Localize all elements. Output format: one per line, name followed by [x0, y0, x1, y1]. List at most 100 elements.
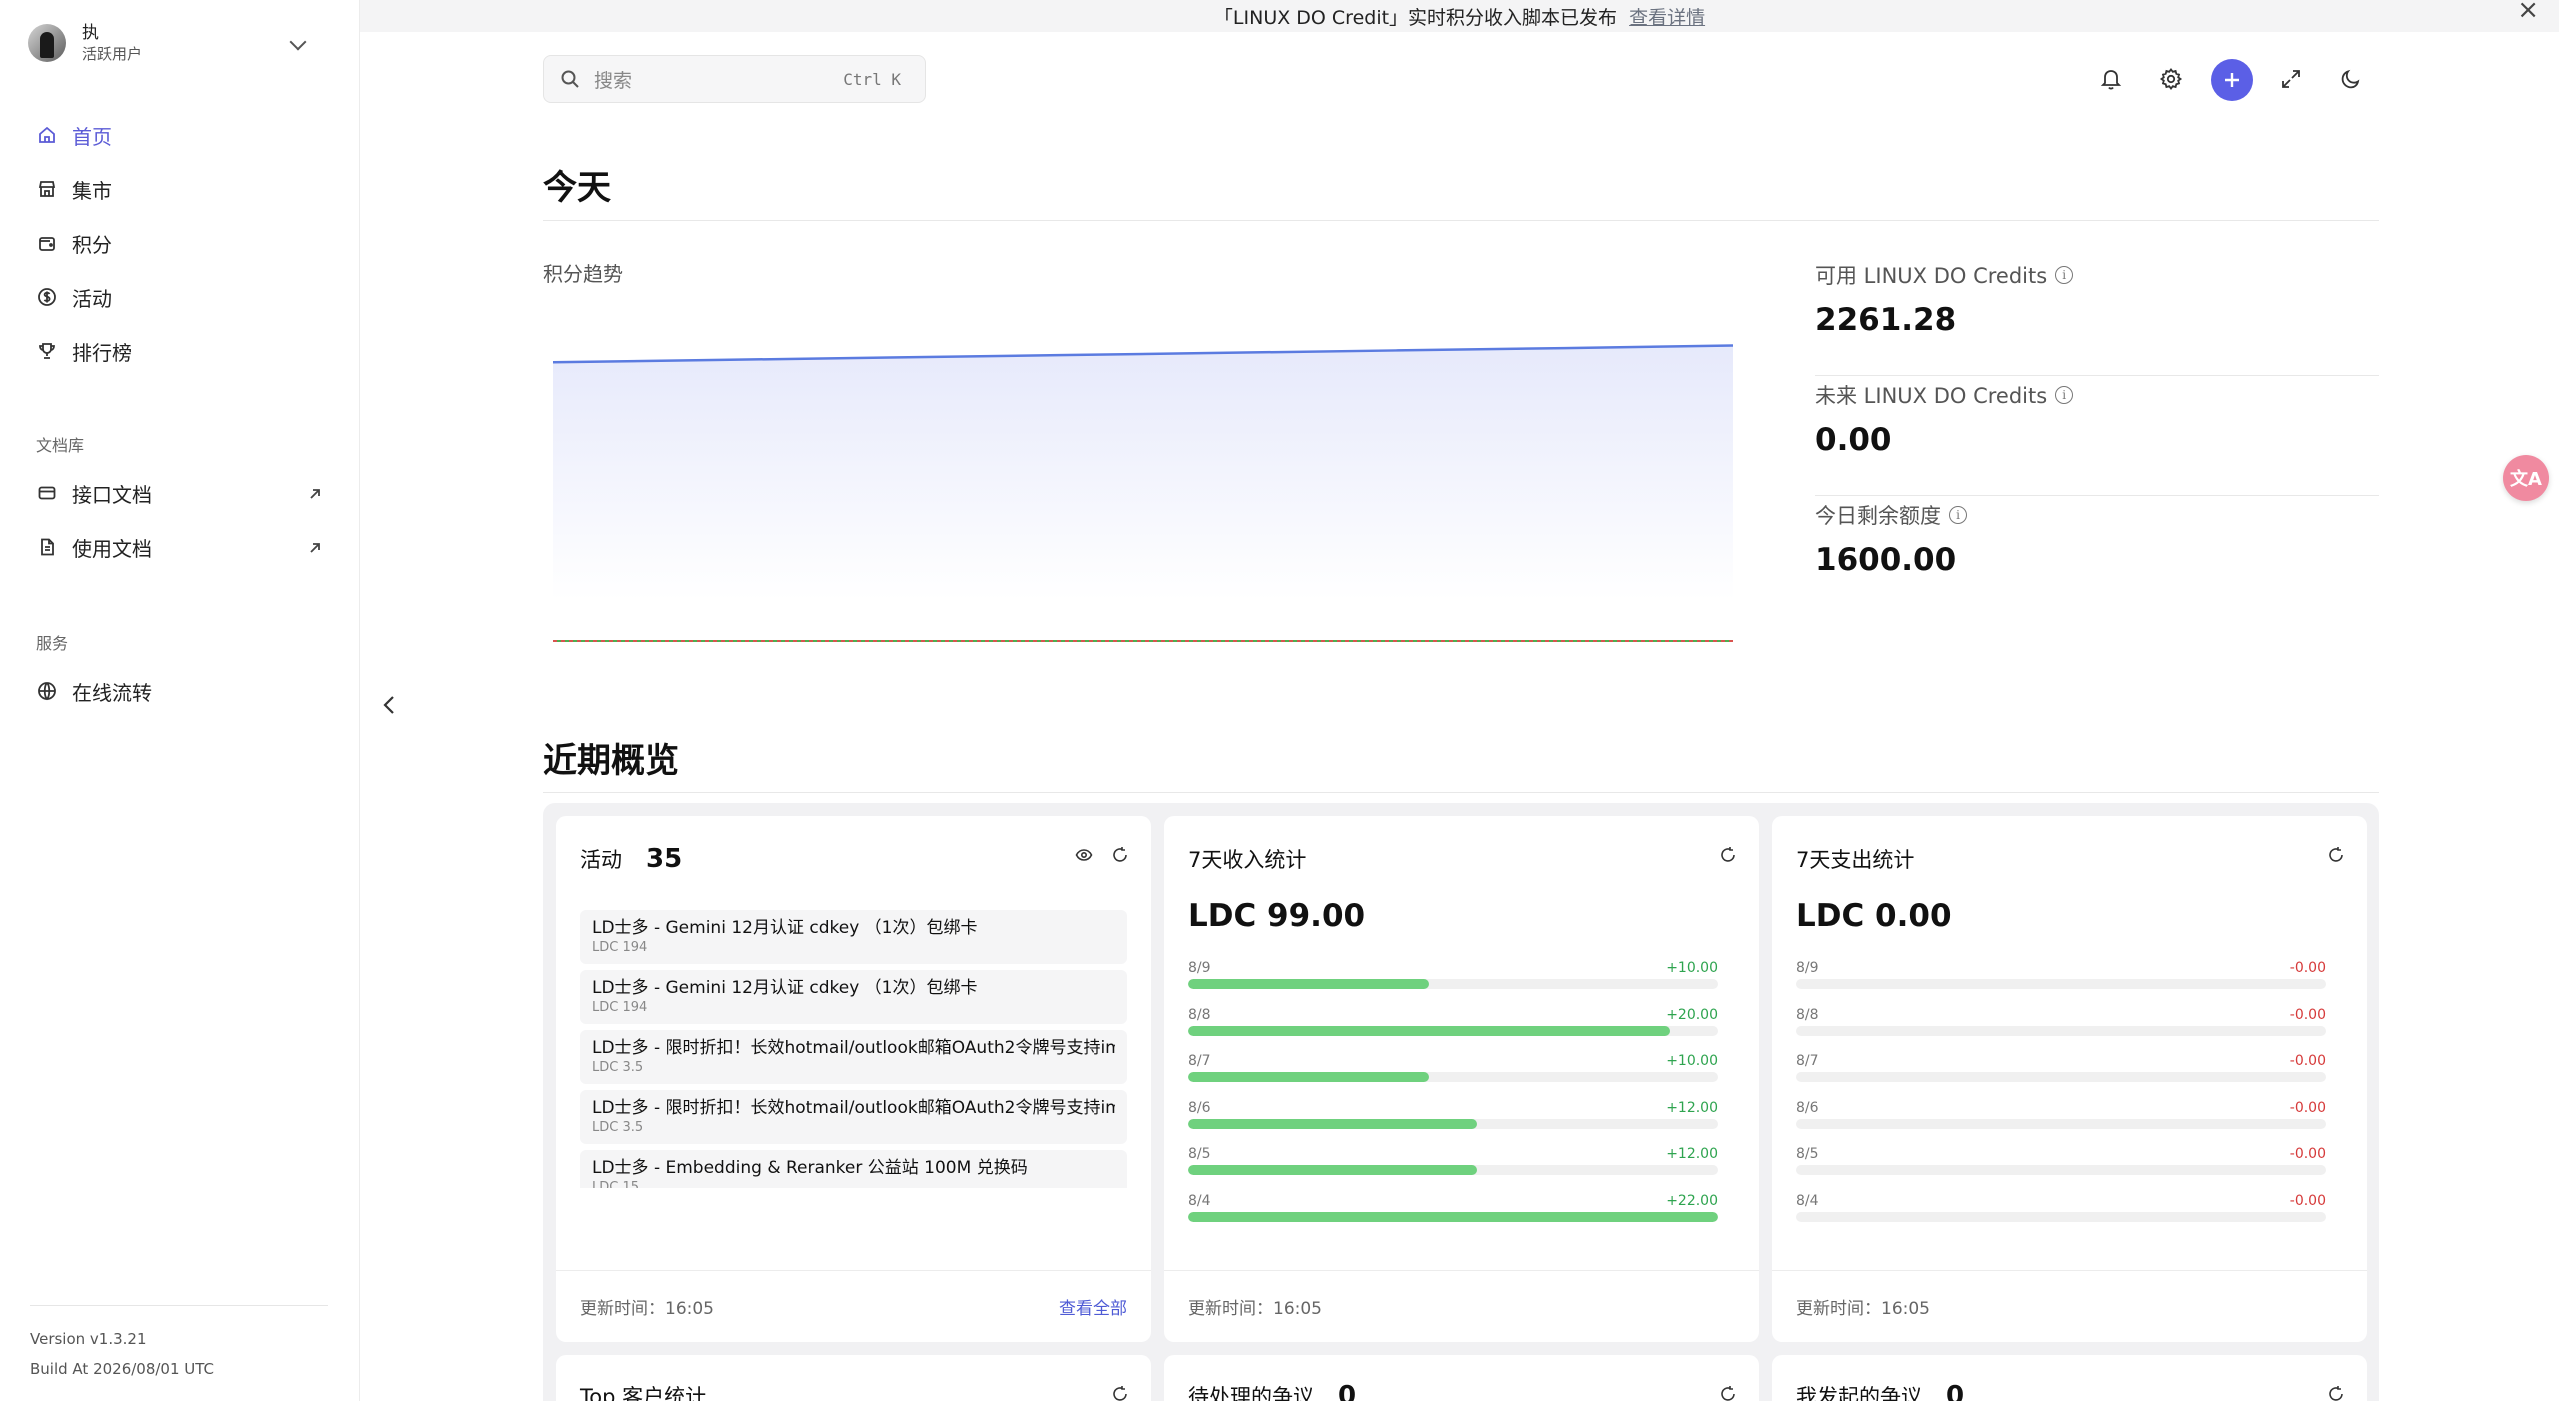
bell-icon	[2100, 70, 2122, 90]
banner-link[interactable]: 查看详情	[1629, 3, 1705, 30]
bar-row: 8/4 +22.00	[1188, 1193, 1718, 1240]
fullscreen-button[interactable]	[2272, 60, 2310, 98]
sidebar-item-activity[interactable]: 活动	[24, 270, 336, 324]
sidebar-item-leaderboard[interactable]: 排行榜	[24, 324, 336, 378]
info-icon[interactable]: i	[2055, 386, 2074, 404]
sidebar-item-home[interactable]: 首页	[24, 108, 336, 162]
activity-amount: LDC 3.5	[592, 1060, 644, 1075]
bar-track	[1188, 979, 1718, 989]
bar-track	[1796, 1211, 2326, 1222]
refresh-icon[interactable]	[1719, 1385, 1737, 1401]
list-item[interactable]: LD士多 - Gemini 12月认证 cdkey （1次）包绑卡 LDC 194	[580, 910, 1127, 964]
create-button[interactable]	[2211, 59, 2253, 101]
dispute-count: 0	[1946, 1381, 1965, 1401]
card-title: 7天收入统计	[1188, 848, 1307, 872]
bar-date: 8/8	[1796, 1006, 1819, 1023]
activity-amount: LDC 3.5	[592, 1120, 644, 1135]
sidebar-item-online-transfer[interactable]: 在线流转	[24, 664, 336, 718]
activity-list: LD士多 - Gemini 12月认证 cdkey （1次）包绑卡 LDC 194…	[580, 910, 1127, 1188]
bar-date: 8/9	[1796, 960, 1819, 976]
list-item[interactable]: LD士多 - 限时折扣！长效hotmail/outlook邮箱OAuth2令牌号…	[580, 1090, 1127, 1144]
bar-track	[1796, 979, 2326, 989]
bar-track	[1188, 1072, 1718, 1083]
info-icon[interactable]: i	[1949, 506, 1967, 524]
info-icon[interactable]: i	[2055, 266, 2074, 284]
bar-fill	[1188, 1025, 1670, 1036]
store-icon	[36, 178, 58, 200]
refresh-icon[interactable]	[1719, 846, 1737, 868]
search-input[interactable]: 搜索 Ctrl K	[543, 55, 926, 103]
refresh-icon[interactable]	[2327, 846, 2345, 868]
wallet-icon	[36, 232, 58, 254]
bar-value: -0.00	[2289, 1099, 2326, 1116]
refresh-icon[interactable]	[1111, 1385, 1129, 1401]
user-name: 执	[82, 23, 99, 43]
view-all-link[interactable]: 查看全部	[1059, 1294, 1127, 1319]
activity-amount: LDC 194	[592, 1000, 648, 1015]
remaining-quota: 今日剩余额度 i 1600.00	[1815, 496, 2379, 616]
bar-value: +20.00	[1666, 1006, 1718, 1023]
chevron-down-icon[interactable]	[289, 33, 307, 51]
card-title: 7天支出统计	[1796, 848, 1915, 872]
collapse-sidebar-button[interactable]	[378, 690, 400, 720]
moon-icon	[2341, 69, 2360, 89]
bar-value: +22.00	[1666, 1192, 1718, 1209]
bar-row: 8/7 -0.00	[1796, 1053, 2326, 1100]
dispute-count: 0	[1338, 1381, 1357, 1401]
list-item[interactable]: LD士多 - 限时折扣！长效hotmail/outlook邮箱OAuth2令牌号…	[580, 1030, 1127, 1084]
translate-icon[interactable]: 文A	[2503, 455, 2549, 501]
activity-title: LD士多 - 限时折扣！长效hotmail/outlook邮箱OAuth2令牌号…	[592, 1098, 1115, 1118]
dollar-circle-icon	[36, 286, 58, 308]
bar-track	[1188, 1118, 1718, 1129]
activity-count: 35	[646, 844, 683, 874]
sidebar-item-points[interactable]: 积分	[24, 216, 336, 270]
stat-value: 2261.28	[1815, 302, 1957, 338]
list-item[interactable]: LD士多 - Embedding & Reranker 公益站 100M 兑换码…	[580, 1150, 1127, 1188]
bar-value: +10.00	[1666, 960, 1718, 976]
globe-icon	[36, 680, 58, 702]
card-title: 待处理的争议	[1188, 1385, 1314, 1401]
activity-title: LD士多 - Embedding & Reranker 公益站 100M 兑换码	[592, 1158, 1028, 1178]
card-icon	[36, 482, 58, 504]
expense-amount: LDC 0.00	[1796, 898, 1952, 934]
bar-row: 8/9 +10.00	[1188, 960, 1718, 1007]
card-title: 我发起的争议	[1796, 1385, 1922, 1401]
list-item[interactable]: LD士多 - Gemini 12月认证 cdkey （1次）包绑卡 LDC 194	[580, 970, 1127, 1024]
refresh-icon[interactable]	[2327, 1385, 2345, 1401]
settings-button[interactable]	[2152, 60, 2190, 98]
sidebar-item-label: 使用文档	[72, 536, 152, 561]
sidebar-item-usage-docs[interactable]: 使用文档	[24, 520, 336, 574]
eye-icon[interactable]	[1075, 846, 1093, 868]
theme-toggle-button[interactable]	[2332, 60, 2370, 98]
bar-track	[1796, 1165, 2326, 1176]
bar-value: -0.00	[2289, 1146, 2326, 1163]
refresh-icon[interactable]	[1111, 846, 1129, 868]
user-menu[interactable]: 执 活跃用户	[28, 22, 142, 64]
banner-close-icon[interactable]: ×	[2517, 0, 2539, 23]
sidebar-item-market[interactable]: 集市	[24, 162, 336, 216]
my-disputes-card: 我发起的争议 0	[1772, 1355, 2367, 1401]
notifications-button[interactable]	[2092, 60, 2130, 98]
income-card: 7天收入统计 LDC 99.00 8/9 +10.00 8/8 +20.00 8/7 +1…	[1164, 816, 1759, 1342]
bar-track	[1188, 1211, 1718, 1222]
search-placeholder: 搜索	[594, 69, 633, 92]
bar-value: -0.00	[2289, 1192, 2326, 1209]
bar-row: 8/6 +12.00	[1188, 1100, 1718, 1147]
bar-row: 8/6 -0.00	[1796, 1100, 2326, 1147]
bar-value: +12.00	[1666, 1099, 1718, 1116]
bar-date: 8/5	[1796, 1146, 1819, 1163]
sidebar-item-api-docs[interactable]: 接口文档	[24, 466, 336, 520]
bar-row: 8/5 -0.00	[1796, 1146, 2326, 1193]
income-amount: LDC 99.00	[1188, 898, 1366, 934]
bar-track	[1188, 1025, 1718, 1036]
bar-value: +12.00	[1666, 1146, 1718, 1163]
section-title: 近期概览	[543, 741, 679, 781]
home-icon	[36, 124, 58, 146]
divider	[543, 792, 2379, 793]
bar-track	[1796, 1118, 2326, 1129]
stat-label: 今日剩余额度	[1815, 504, 1941, 528]
bar-track	[1796, 1025, 2326, 1036]
credit-stats: 可用 LINUX DO Credits i 2261.28 未来 LINUX DO…	[1815, 256, 2379, 616]
stat-label: 可用 LINUX DO Credits	[1815, 264, 2048, 288]
sidebar-item-label: 排行榜	[72, 340, 132, 365]
